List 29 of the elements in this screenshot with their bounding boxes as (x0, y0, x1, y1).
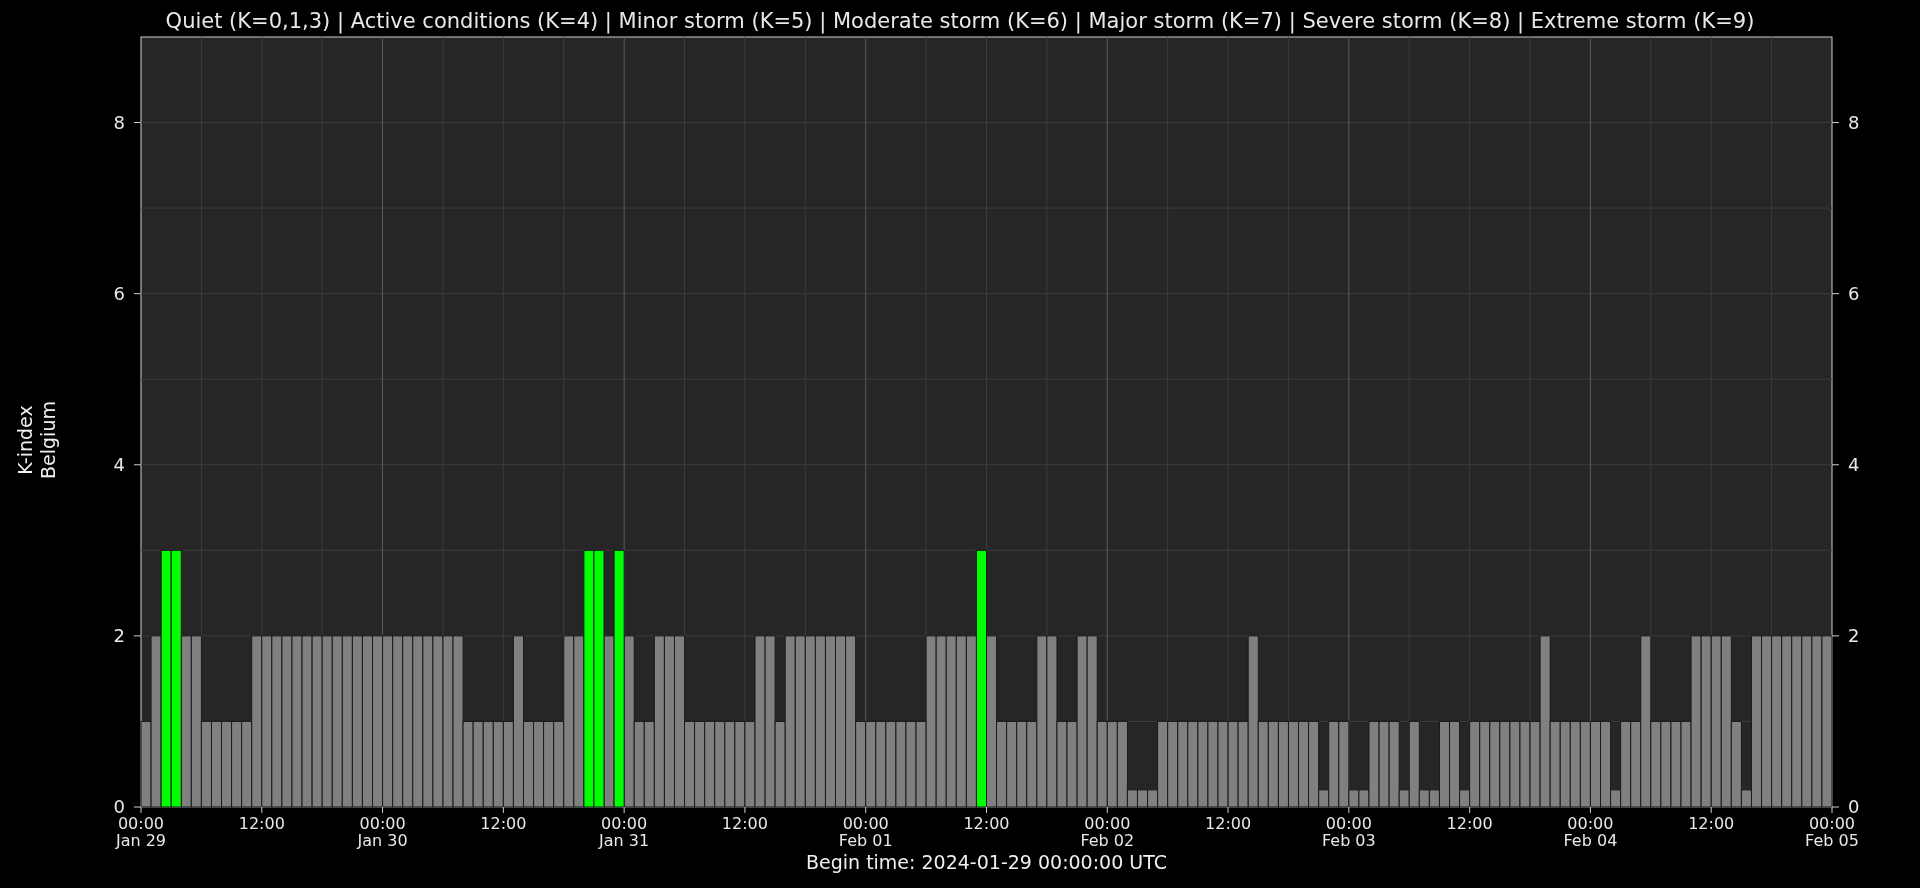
x-tick-label: 00:00 Feb 01 (838, 814, 893, 850)
x-tick-label: 12:00 (1446, 814, 1493, 833)
x-tick-label: 00:00 Feb 03 (1321, 814, 1376, 850)
y-tick-label: 6 (1848, 282, 1860, 304)
x-tick-label: 00:00 Feb 05 (1805, 814, 1859, 850)
x-tick-label: 12:00 (963, 814, 1010, 833)
x-tick-label: 12:00 (480, 814, 527, 833)
x-tick-label: 00:00 Feb 04 (1563, 814, 1618, 850)
y-tick-label: 2 (1848, 624, 1860, 646)
y-tick-label: 8 (1848, 111, 1860, 133)
x-tick-label: 00:00 Jan 29 (115, 814, 167, 850)
y-tick-label: 0 (113, 796, 125, 817)
y-tick-label: 4 (1848, 453, 1860, 475)
y-tick-label: 8 (113, 111, 125, 133)
x-axis-label: Begin time: 2024-01-29 00:00:00 UTC (806, 851, 1167, 873)
chart-title: Quiet (K=0,1,3) | Active conditions (K=4) | Minor storm (K=5) | Moderate storm (K=6) | Major storm (K=7) | Severe storm (K=8) | Extreme storm (K=9) (165, 9, 1755, 33)
x-tick-label: 12:00 (238, 814, 285, 833)
x-tick-label: 00:00 Feb 02 (1080, 814, 1135, 850)
y-tick-label: 4 (113, 453, 125, 475)
x-tick-label: 12:00 (1688, 814, 1735, 833)
y-tick-label: 2 (113, 624, 125, 646)
x-tick-label: 00:00 Jan 31 (599, 814, 650, 850)
chart-bar (1137, 789, 1149, 808)
x-tick-label: 12:00 (721, 814, 768, 833)
x-tick-label: 12:00 (1205, 814, 1252, 833)
y-axis-label: K-index Belgium (14, 401, 59, 479)
x-tick-label: 00:00 Jan 30 (357, 814, 408, 850)
y-tick-label: 0 (1848, 796, 1860, 817)
y-tick-label: 6 (113, 282, 125, 304)
